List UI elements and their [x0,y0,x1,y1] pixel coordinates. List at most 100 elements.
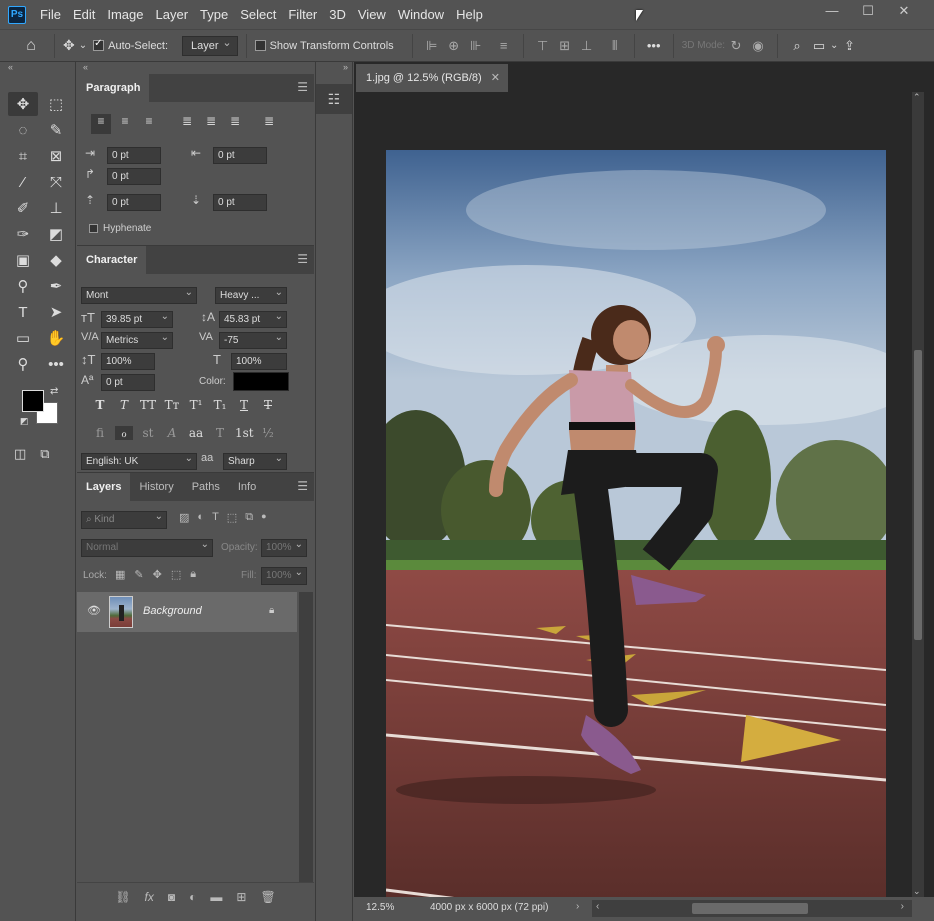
faux-bold-button[interactable]: T [91,398,109,412]
tab-paths[interactable]: Paths [183,473,229,501]
history-brush-icon[interactable]: ✑ [8,222,38,246]
space-before-field[interactable]: 0 pt [107,194,161,211]
justify-right-icon[interactable]: ≣ [225,114,245,134]
horizontal-scale-field[interactable]: 100% [231,353,287,370]
fx-icon[interactable]: fx [145,890,154,904]
clone-stamp-icon[interactable]: ⊥ [41,196,71,220]
standard-ligatures-button[interactable]: fi [91,426,109,440]
justify-all-icon[interactable]: ≣ [259,114,279,134]
type-tool-icon[interactable]: T [8,300,38,324]
faux-italic-button[interactable]: T [115,398,133,412]
baseline-shift-field[interactable]: 0 pt [101,374,155,391]
subscript-button[interactable]: T₁ [211,398,229,412]
vertical-scrollbar[interactable]: ⌃ ⌄ [912,92,924,897]
hand-icon[interactable]: ✋ [41,326,71,350]
anti-alias-dropdown[interactable]: Sharp [223,451,287,470]
swap-colors-icon[interactable]: ⇄ [50,386,58,397]
blend-mode-dropdown[interactable]: Normal [81,537,213,557]
status-menu-chevron-icon[interactable]: › [576,901,579,912]
collapse-panels-icon[interactable]: « [83,62,88,74]
share-icon[interactable]: ⇪ [838,38,860,54]
more-tools-icon[interactable]: ••• [41,352,71,376]
path-selection-icon[interactable]: ➤ [41,300,71,324]
workspace-icon[interactable]: ▭ [808,38,830,54]
distribute-icon[interactable]: ≡ [493,38,515,53]
filter-shape-icon[interactable]: ⬚ [227,511,237,524]
tab-history[interactable]: History [130,473,182,501]
filter-type-icon[interactable]: T [212,511,219,524]
more-options-icon[interactable]: ••• [643,38,665,53]
panel-menu-icon[interactable]: ☰ [297,252,308,266]
menu-view[interactable]: View [352,7,392,22]
collapse-toolbar-icon[interactable]: « [0,62,75,74]
text-color-swatch[interactable] [233,372,289,391]
scroll-left-icon[interactable]: ‹ [596,901,599,912]
filter-pixel-icon[interactable]: ▨ [179,511,189,524]
hyphenate-checkbox[interactable] [89,224,98,233]
swash-button[interactable]: A [163,426,181,440]
quick-selection-icon[interactable]: ✎ [41,118,71,142]
adjustment-icon[interactable]: ◐ [189,890,196,904]
tracking-field[interactable]: -75 [219,330,287,349]
indent-right-field[interactable]: 0 pt [213,147,267,164]
align-center-text-icon[interactable]: ≡ [115,114,135,134]
small-caps-button[interactable]: Tт [163,398,181,412]
distribute-vertical-icon[interactable]: ⦀ [604,38,626,54]
move-tool-icon[interactable]: ✥ [63,37,75,54]
contextual-alternates-button[interactable]: ℴ [115,426,133,440]
align-left-icon[interactable]: ⊫ [421,38,443,54]
strikethrough-button[interactable]: T [259,398,277,412]
underline-button[interactable]: T [235,398,253,412]
menu-image[interactable]: Image [101,7,149,22]
all-caps-button[interactable]: TT [139,398,157,412]
indent-first-line-field[interactable]: 0 pt [107,168,161,185]
zoom-icon[interactable]: ⚲ [8,352,38,376]
auto-select-target-dropdown[interactable]: Layer [182,34,238,56]
vertical-scroll-thumb[interactable] [914,350,922,640]
lock-artboard-icon[interactable]: ⬚ [171,568,181,581]
opacity-field[interactable]: 100% [261,537,307,557]
document-info[interactable]: 4000 px x 6000 px (72 ppi) [430,902,548,913]
menu-layer[interactable]: Layer [150,7,195,22]
zoom-level[interactable]: 12.5% [366,902,394,913]
blur-icon[interactable]: ◆ [41,248,71,272]
panel-menu-icon[interactable]: ☰ [297,80,308,94]
dodge-icon[interactable]: ⚲ [8,274,38,298]
tab-character[interactable]: Character [77,246,147,274]
kerning-dropdown[interactable]: Metrics [101,330,173,349]
auto-select-checkbox[interactable] [93,38,105,51]
layers-scrollbar[interactable] [299,592,313,882]
filter-smart-object-icon[interactable]: ⧉ [245,511,253,524]
horizontal-scroll-thumb[interactable] [692,903,808,914]
eyedropper-icon[interactable]: ⁄ [8,170,38,194]
lock-transparent-icon[interactable]: ▦ [115,568,125,581]
properties-panel-icon[interactable]: ☷ [316,84,352,114]
home-icon[interactable]: ⌂ [16,37,46,55]
brush-icon[interactable]: ✐ [8,196,38,220]
scroll-right-icon[interactable]: › [901,901,904,912]
menu-edit[interactable]: Edit [67,7,101,22]
lock-image-icon[interactable]: ✎ [134,568,143,581]
mask-icon[interactable]: ◙ [168,890,175,904]
close-document-icon[interactable]: ✕ [491,64,500,92]
indent-left-field[interactable]: 0 pt [107,147,161,164]
show-transform-checkbox[interactable] [254,40,266,51]
layer-name[interactable]: Background [143,605,202,617]
new-layer-icon[interactable]: ⊞ [236,890,246,904]
align-right-icon[interactable]: ⊪ [465,38,487,54]
justify-left-icon[interactable]: ≣ [177,114,197,134]
titling-alternates-button[interactable]: T [211,426,229,440]
visibility-eye-icon[interactable]: 👁︎ [87,604,101,617]
lasso-icon[interactable]: ◌ [8,118,38,142]
expand-panels-icon[interactable]: » [316,62,352,74]
pen-icon[interactable]: ✒ [41,274,71,298]
layer-filter-kind-dropdown[interactable]: ⌕ Kind [81,509,167,529]
healing-brush-icon[interactable]: ⤧ [41,170,71,194]
gradient-icon[interactable]: ▣ [8,248,38,272]
screen-mode-icon[interactable]: ⧉ [40,442,49,466]
space-after-field[interactable]: 0 pt [213,194,267,211]
quick-mask-icon[interactable]: ◫ [14,442,26,466]
canvas-background[interactable] [356,92,910,900]
justify-center-icon[interactable]: ≣ [201,114,221,134]
align-right-text-icon[interactable]: ≡ [139,114,159,134]
